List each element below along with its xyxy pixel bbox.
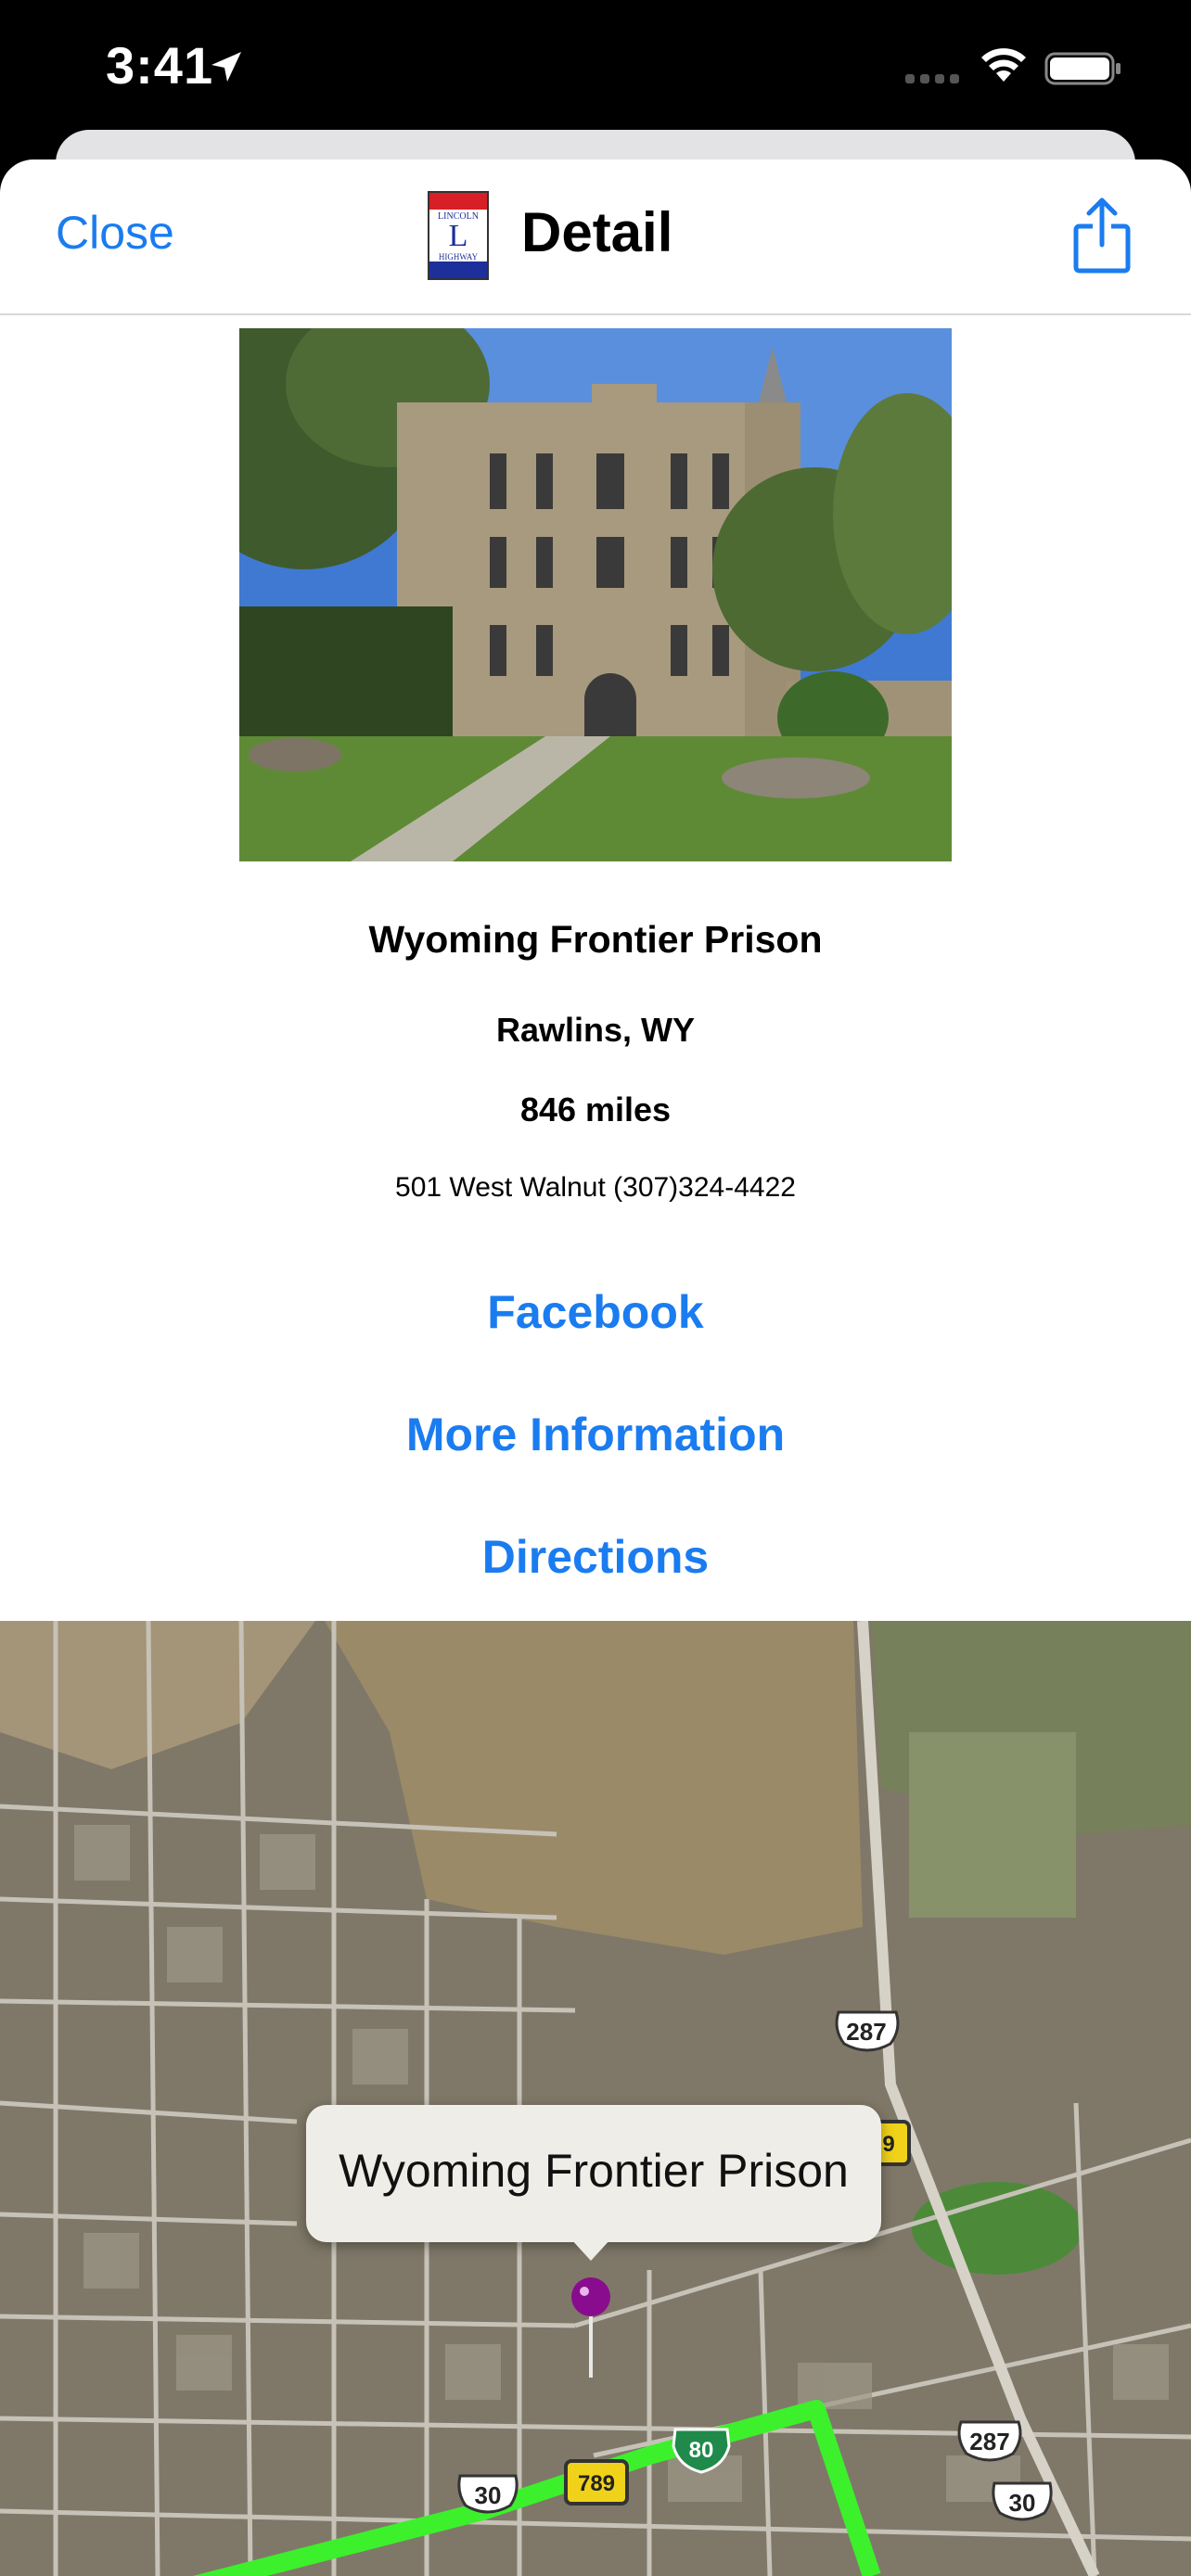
location-arrow-icon <box>211 52 241 82</box>
facebook-link[interactable]: Facebook <box>0 1285 1191 1339</box>
wifi-icon <box>981 48 1026 82</box>
place-distance: 846 miles <box>519 1090 672 1129</box>
place-photo <box>239 328 952 861</box>
lincoln-highway-logo: LINCOLN L HIGHWAY <box>428 191 489 280</box>
share-icon[interactable] <box>1072 197 1132 274</box>
battery-icon <box>1044 52 1121 85</box>
svg-text:30: 30 <box>475 2481 502 2509</box>
directions-link[interactable]: Directions <box>0 1530 1191 1584</box>
detail-sheet: Close LINCOLN L HIGHWAY Detail Wyoming F… <box>0 159 1191 2576</box>
navigation-bar: Close LINCOLN L HIGHWAY Detail <box>0 159 1191 315</box>
close-button[interactable]: Close <box>56 206 174 260</box>
callout-pointer <box>570 2238 611 2261</box>
place-address-phone: 501 West Walnut (307)324-4422 <box>395 1172 796 1203</box>
callout-label: Wyoming Frontier Prison <box>339 2145 849 2197</box>
logo-red-stripe <box>429 193 487 210</box>
status-bar: 3:41 <box>0 0 1191 139</box>
satellite-map[interactable]: 287 287 30 30 80 789 9 Wyoming Frontier … <box>0 1621 1191 2576</box>
status-time: 3:41 <box>106 36 214 95</box>
map-imagery: 287 287 30 30 80 789 9 <box>0 1621 1191 2576</box>
page-title: Detail <box>521 201 673 263</box>
logo-blue-stripe <box>429 261 487 278</box>
svg-text:789: 789 <box>578 2471 615 2496</box>
map-callout[interactable]: Wyoming Frontier Prison <box>306 2105 881 2242</box>
logo-letter: L <box>448 219 468 253</box>
map-pin-icon[interactable] <box>570 2276 612 2378</box>
svg-text:30: 30 <box>1009 2489 1036 2517</box>
cellular-signal-icon <box>905 74 959 83</box>
svg-text:287: 287 <box>969 2428 1009 2455</box>
place-name: Wyoming Frontier Prison <box>368 918 823 961</box>
svg-text:287: 287 <box>846 2018 886 2046</box>
logo-text-bottom: HIGHWAY <box>438 252 479 261</box>
svg-text:80: 80 <box>689 2438 714 2463</box>
svg-text:9: 9 <box>882 2132 894 2157</box>
place-city: Rawlins, WY <box>495 1011 696 1049</box>
more-information-link[interactable]: More Information <box>0 1408 1191 1461</box>
